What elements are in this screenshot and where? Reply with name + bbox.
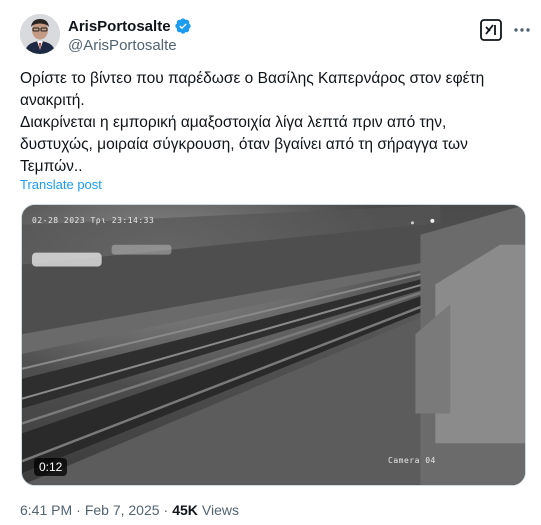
- author-handle[interactable]: @ArisPortosalte: [68, 37, 192, 54]
- grok-icon[interactable]: [480, 19, 502, 41]
- video-frame: [22, 205, 525, 485]
- video-duration-badge: 0:12: [34, 458, 68, 476]
- avatar[interactable]: [20, 14, 60, 54]
- post-time[interactable]: 6:41 PM: [20, 502, 72, 518]
- more-horizontal-icon[interactable]: [512, 20, 532, 40]
- views-count: 45K: [172, 502, 198, 518]
- meta-separator: ·: [76, 502, 81, 518]
- tweet-metadata: 6:41 PM · Feb 7, 2025 · 45K Views: [20, 502, 239, 518]
- osd-timestamp: 02-28 2023 Tρι 23:14:33: [32, 216, 155, 225]
- video-player[interactable]: 02-28 2023 Tρι 23:14:33 Camera 04 0:12: [21, 204, 526, 486]
- post-date[interactable]: Feb 7, 2025: [85, 502, 160, 518]
- verified-badge-icon: [174, 17, 192, 35]
- tweet-text: Ορίστε το βίντεο που παρέδωσε ο Βασίλης …: [20, 68, 520, 178]
- tweet-text-line-1: Ορίστε το βίντεο που παρέδωσε ο Βασίλης …: [20, 70, 485, 109]
- author-names: ArisPortosalte @ArisPortosalte: [68, 16, 192, 54]
- tweet-header: ArisPortosalte @ArisPortosalte: [20, 14, 530, 58]
- person-portrait-icon: [20, 14, 60, 54]
- meta-separator-2: ·: [163, 502, 169, 518]
- author-display-name[interactable]: ArisPortosalte: [68, 18, 171, 35]
- translate-post-link[interactable]: Translate post: [20, 177, 102, 192]
- tweet-text-line-2: Διακρίνεται η εμπορική αμαξοστοιχία λίγα…: [20, 114, 468, 175]
- views-label: Views: [201, 502, 239, 518]
- osd-camera-label: Camera 04: [388, 456, 436, 465]
